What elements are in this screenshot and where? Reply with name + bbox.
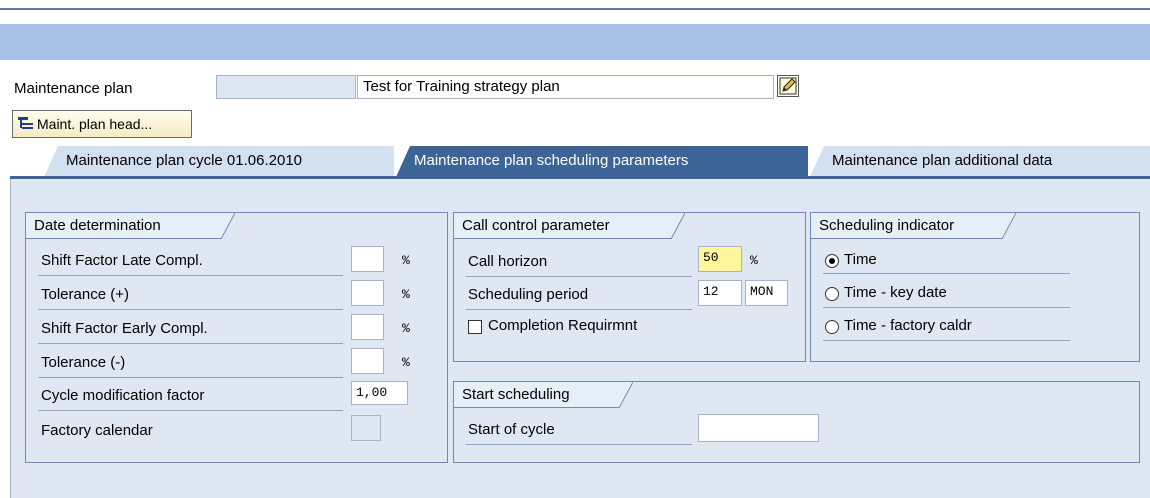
tolerance-plus-input[interactable]	[351, 280, 384, 306]
row-separator	[38, 377, 343, 378]
radio-time-label: Time	[844, 251, 877, 268]
row-separator	[466, 309, 692, 310]
start-scheduling-group: Start scheduling Start of cycle	[453, 381, 1140, 463]
completion-requirement-label: Completion Requirmnt	[488, 317, 638, 334]
shift-late-label: Shift Factor Late Compl.	[41, 252, 203, 269]
scheduling-indicator-group: Scheduling indicator Time Time - key dat…	[810, 212, 1140, 362]
tolerance-minus-input[interactable]	[351, 348, 384, 374]
row-separator	[38, 343, 343, 344]
group-title-text: Scheduling indicator	[819, 217, 955, 234]
header-icon	[18, 117, 33, 129]
tab-scheduling-parameters[interactable]: Maintenance plan scheduling parameters	[396, 146, 808, 177]
maintenance-plan-text-field[interactable]: Test for Training strategy plan	[357, 75, 774, 99]
scheduling-period-label: Scheduling period	[468, 286, 589, 303]
maintenance-plan-label: Maintenance plan	[14, 80, 133, 97]
window-title-bar	[0, 0, 1150, 10]
group-title-corner	[1002, 213, 1016, 239]
row-separator	[38, 410, 343, 411]
factory-calendar-input[interactable]	[351, 415, 381, 441]
row-separator	[466, 276, 692, 277]
shift-early-input[interactable]	[351, 314, 384, 340]
cycle-modification-label: Cycle modification factor	[41, 387, 205, 404]
tolerance-minus-label: Tolerance (-)	[41, 354, 126, 371]
radio-time-key-date[interactable]	[825, 287, 839, 301]
group-title-text: Date determination	[34, 217, 161, 234]
date-determination-group: Date determination Shift Factor Late Com…	[25, 212, 448, 463]
row-separator	[823, 307, 1070, 308]
group-title-text: Call control parameter	[462, 217, 610, 234]
edit-pencil-icon[interactable]	[777, 75, 799, 97]
start-of-cycle-label: Start of cycle	[468, 421, 555, 438]
tolerance-plus-unit: %	[402, 287, 410, 302]
row-separator	[466, 444, 692, 445]
group-title: Scheduling indicator	[811, 213, 1016, 239]
factory-calendar-label: Factory calendar	[41, 422, 153, 439]
edit-pencil-icon-graphic	[779, 77, 797, 95]
tab-label: Maintenance plan additional data	[832, 152, 1053, 169]
scheduling-period-input[interactable]: 12	[698, 280, 742, 306]
tab-maintenance-plan-cycle[interactable]: Maintenance plan cycle 01.06.2010	[44, 146, 394, 177]
cycle-modification-input[interactable]: 1,00	[351, 381, 408, 405]
tolerance-plus-label: Tolerance (+)	[41, 286, 129, 303]
group-title-text: Start scheduling	[462, 386, 570, 403]
start-of-cycle-input[interactable]	[698, 414, 819, 442]
tab-additional-data[interactable]: Maintenance plan additional data	[810, 146, 1150, 177]
maint-plan-header-button[interactable]: Maint. plan head...	[12, 110, 192, 138]
maint-plan-header-label: Maint. plan head...	[37, 116, 153, 132]
group-title: Date determination	[26, 213, 235, 239]
group-title: Start scheduling	[454, 382, 633, 408]
tab-label: Maintenance plan scheduling parameters	[414, 152, 689, 169]
group-title: Call control parameter	[454, 213, 685, 239]
call-horizon-input[interactable]: 50	[698, 246, 742, 272]
group-title-corner	[221, 213, 235, 239]
completion-requirement-checkbox[interactable]	[468, 320, 482, 334]
tolerance-minus-unit: %	[402, 355, 410, 370]
radio-time-factory-calendar[interactable]	[825, 320, 839, 334]
shift-early-unit: %	[402, 321, 410, 336]
row-separator	[38, 275, 343, 276]
shift-early-label: Shift Factor Early Compl.	[41, 320, 208, 337]
radio-time-factory-calendar-label: Time - factory caldr	[844, 317, 972, 334]
row-separator	[823, 340, 1070, 341]
row-separator	[823, 273, 1070, 274]
group-title-corner	[671, 213, 685, 239]
tab-label: Maintenance plan cycle 01.06.2010	[66, 152, 303, 169]
maintenance-plan-number-field[interactable]	[216, 75, 356, 99]
radio-time[interactable]	[825, 254, 839, 268]
group-title-corner	[619, 382, 633, 408]
call-horizon-label: Call horizon	[468, 253, 548, 270]
scheduling-period-unit-field[interactable]: MON	[745, 280, 788, 306]
shift-late-unit: %	[402, 253, 410, 268]
call-control-group: Call control parameter Call horizon 50 %…	[453, 212, 806, 362]
radio-time-key-date-label: Time - key date	[844, 284, 947, 301]
call-horizon-unit: %	[750, 253, 758, 268]
shift-late-input[interactable]	[351, 246, 384, 272]
application-toolbar	[0, 24, 1150, 60]
row-separator	[38, 309, 343, 310]
